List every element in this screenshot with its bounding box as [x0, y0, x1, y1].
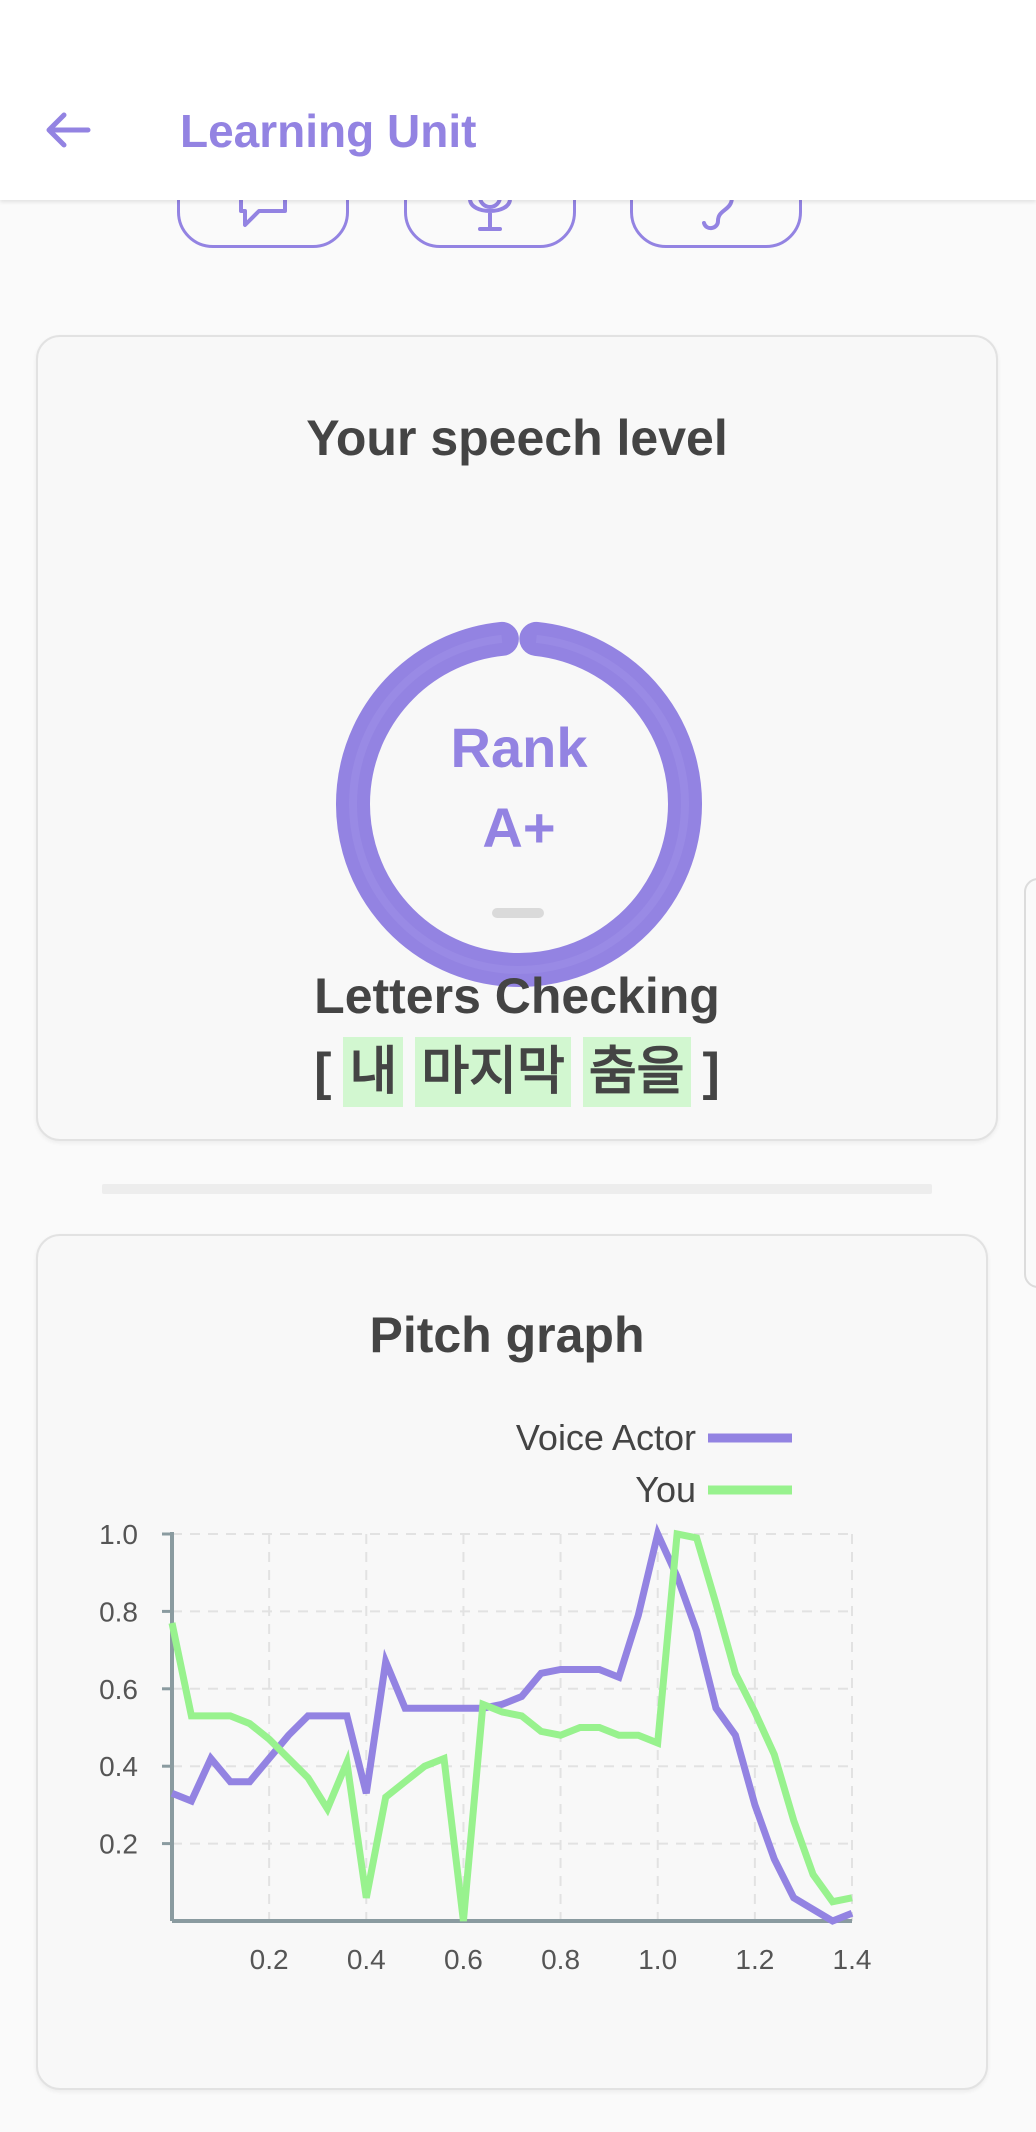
arrow-left-icon: [46, 112, 91, 148]
word-chip: 춤을: [582, 1037, 691, 1107]
pitch-graph-title: Pitch graph: [369, 1307, 645, 1363]
side-tab-handle[interactable]: [1024, 878, 1036, 1288]
page-title: Learning Unit: [180, 105, 477, 157]
rank-ring: Rank A+: [334, 619, 704, 989]
pitch-graph-card: Pitch graph: [36, 1234, 988, 2090]
speech-level-title: Your speech level: [306, 410, 728, 466]
rank-label: Rank: [450, 716, 588, 779]
word-chip: 내: [343, 1037, 404, 1107]
close-bracket: ]: [702, 1043, 720, 1101]
word-chip: 마지막: [415, 1037, 571, 1107]
letters-checking-title: Letters Checking: [314, 968, 720, 1024]
letters-row: [ 내 마지막 춤을 ]: [38, 1037, 996, 1107]
drag-handle: [492, 908, 544, 918]
section-divider: [102, 1184, 932, 1194]
speech-level-card: Your speech level Rank A+ Letters Checki…: [36, 335, 998, 1141]
open-bracket: [: [314, 1043, 332, 1101]
back-button[interactable]: [38, 100, 98, 160]
rank-value: A+: [482, 796, 556, 859]
app-bar: Learning Unit: [0, 0, 1036, 200]
